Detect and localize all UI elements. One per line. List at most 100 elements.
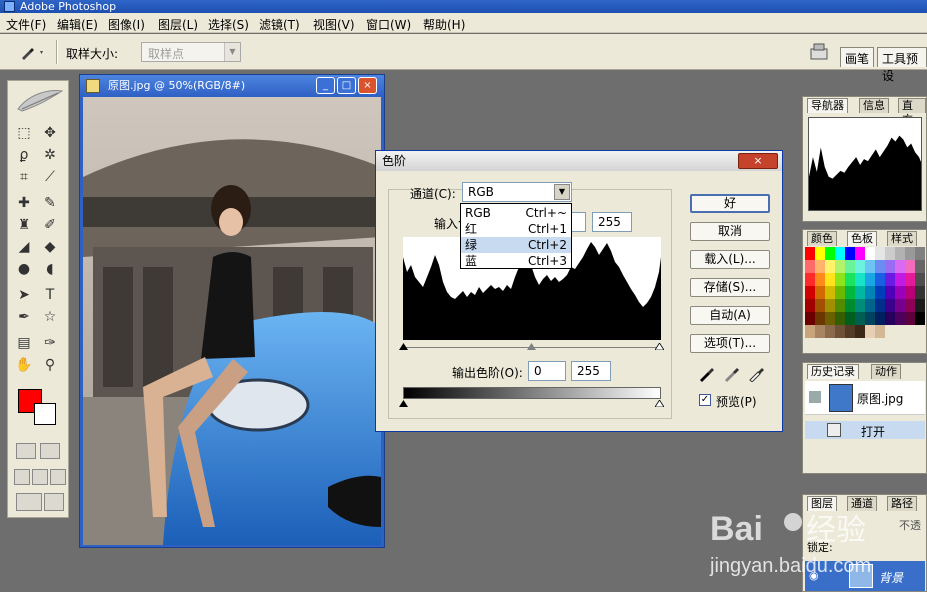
minimize-button[interactable]: _ — [316, 77, 335, 94]
screen-mode-standard-button[interactable] — [14, 469, 30, 485]
input-gamma-handle[interactable] — [527, 343, 536, 350]
shape-tool-icon[interactable]: ☆ — [40, 307, 60, 327]
menu-layer[interactable]: 图层(L) — [158, 16, 198, 33]
menu-help[interactable]: 帮助(H) — [423, 16, 465, 33]
load-button[interactable]: 载入(L)... — [690, 250, 770, 269]
clone-stamp-icon[interactable]: ♜ — [14, 215, 34, 235]
snapshot-thumbnail — [829, 384, 853, 412]
magic-wand-icon[interactable]: ✲ — [40, 145, 60, 165]
paint-bucket-icon[interactable]: ◆ — [40, 237, 60, 257]
output-white-handle[interactable] — [655, 400, 664, 407]
preview-checkbox[interactable]: ✓ — [699, 394, 711, 406]
history-brush-source-icon[interactable] — [809, 391, 821, 403]
options-button[interactable]: 选项(T)... — [690, 334, 770, 353]
zoom-tool-icon[interactable]: ⚲ — [40, 355, 60, 375]
dodge-tool-icon[interactable]: ◖ — [40, 259, 60, 279]
option-name: 绿 — [465, 238, 478, 252]
slice-tool-icon[interactable]: ⟋ — [40, 167, 60, 187]
input-white-field[interactable]: 255 — [592, 212, 632, 232]
channel-select[interactable]: RGB ▼ — [462, 182, 572, 202]
tab-swatches[interactable]: 色板 — [847, 231, 877, 246]
palette-well-icon[interactable] — [808, 41, 830, 63]
white-eyedropper-icon[interactable] — [748, 364, 766, 382]
screen-mode-menu-button[interactable] — [32, 469, 48, 485]
jump-to-imageready-button[interactable] — [16, 493, 42, 511]
document-icon — [86, 79, 100, 93]
quick-mask-button[interactable] — [40, 443, 60, 459]
menu-image[interactable]: 图像(I) — [108, 16, 145, 33]
edit-in-imageready-icon[interactable] — [44, 493, 64, 511]
tab-history[interactable]: 历史记录 — [807, 364, 859, 379]
brush-tool-icon[interactable]: ✎ — [40, 193, 60, 213]
close-button[interactable]: × — [358, 77, 377, 94]
eyedropper-tool-icon[interactable]: ✑ — [40, 333, 60, 353]
option-shortcut: Ctrl+1 — [527, 222, 567, 236]
menu-select[interactable]: 选择(S) — [208, 16, 249, 33]
channel-dropdown-list: RGB Ctrl+~ 红 Ctrl+1 绿 Ctrl+2 蓝 Ctrl+3 — [460, 203, 572, 269]
feather-logo-icon[interactable] — [12, 85, 66, 115]
history-snapshot-row[interactable]: 原图.jpg — [805, 381, 925, 415]
eraser-tool-icon[interactable]: ◢ — [14, 237, 34, 257]
menu-filter[interactable]: 滤镜(T) — [259, 16, 300, 33]
channel-option-rgb[interactable]: RGB Ctrl+~ — [461, 205, 571, 221]
tab-styles[interactable]: 样式 — [887, 231, 917, 246]
option-name: 红 — [465, 222, 478, 236]
photoshop-app-icon — [4, 1, 15, 12]
standard-mode-button[interactable] — [16, 443, 36, 459]
option-shortcut: Ctrl+3 — [527, 254, 567, 268]
menu-view[interactable]: 视图(V) — [313, 16, 355, 33]
tab-color[interactable]: 颜色 — [807, 231, 837, 246]
swatch-grid[interactable] — [805, 247, 925, 353]
history-brush-icon[interactable]: ✐ — [40, 215, 60, 235]
gray-eyedropper-icon[interactable] — [723, 364, 741, 382]
history-state-row[interactable]: 打开 — [805, 421, 925, 439]
input-white-handle[interactable] — [655, 343, 664, 350]
cancel-button[interactable]: 取消 — [690, 222, 770, 241]
ok-button[interactable]: 好 — [690, 194, 770, 213]
marquee-tool-icon[interactable]: ⬚ — [14, 123, 34, 143]
background-color-swatch[interactable] — [34, 403, 56, 425]
output-black-handle[interactable] — [399, 400, 408, 407]
notes-tool-icon[interactable]: ▤ — [14, 333, 34, 353]
auto-button[interactable]: 自动(A) — [690, 306, 770, 325]
pen-tool-icon[interactable]: ✒ — [14, 307, 34, 327]
blur-tool-icon[interactable]: ● — [14, 259, 34, 279]
input-black-handle[interactable] — [399, 343, 408, 350]
tab-actions[interactable]: 动作 — [871, 364, 901, 379]
healing-brush-icon[interactable]: ✚ — [14, 193, 34, 213]
tab-info[interactable]: 信息 — [859, 98, 889, 113]
channel-option-blue[interactable]: 蓝 Ctrl+3 — [461, 253, 571, 269]
output-levels-label: 输出色阶(O): — [452, 366, 523, 380]
channel-option-green[interactable]: 绿 Ctrl+2 — [461, 237, 571, 253]
menu-window[interactable]: 窗口(W) — [366, 16, 411, 33]
save-button[interactable]: 存储(S)... — [690, 278, 770, 297]
tab-histogram[interactable]: 直方 — [898, 98, 926, 126]
maximize-button[interactable]: □ — [337, 77, 356, 94]
black-eyedropper-icon[interactable] — [698, 364, 716, 382]
navigator-panel: 导航器 信息 直方 — [802, 96, 927, 222]
tab-navigator[interactable]: 导航器 — [807, 98, 848, 113]
menu-file[interactable]: 文件(F) — [6, 16, 46, 33]
document-canvas[interactable] — [83, 97, 381, 545]
screen-mode-full-button[interactable] — [50, 469, 66, 485]
tool-presets-tab[interactable]: 工具预设 — [877, 47, 927, 83]
hand-tool-icon[interactable]: ✋ — [14, 355, 34, 375]
output-white-field[interactable]: 255 — [571, 361, 611, 381]
move-tool-icon[interactable]: ✥ — [40, 123, 60, 143]
paw-icon — [784, 513, 802, 531]
levels-title-bar[interactable]: 色阶 — [376, 151, 782, 171]
crop-tool-icon[interactable]: ⌗ — [14, 167, 34, 187]
channel-option-red[interactable]: 红 Ctrl+1 — [461, 221, 571, 237]
channel-label: 通道(C): — [410, 187, 456, 201]
path-select-icon[interactable]: ➤ — [14, 285, 34, 305]
type-tool-icon[interactable]: T — [40, 285, 60, 305]
brushes-tab[interactable]: 画笔 — [840, 47, 875, 67]
eyedropper-icon[interactable] — [18, 43, 48, 61]
document-window: 原图.jpg @ 50%(RGB/8#) _ □ × — [79, 74, 385, 548]
option-name: RGB — [465, 206, 491, 220]
close-icon[interactable]: × — [738, 153, 778, 169]
menu-edit[interactable]: 编辑(E) — [57, 16, 98, 33]
output-black-field[interactable]: 0 — [528, 361, 566, 381]
lasso-tool-icon[interactable]: ϼ — [14, 145, 34, 165]
sample-size-select[interactable]: 取样点 ▼ — [141, 42, 241, 62]
